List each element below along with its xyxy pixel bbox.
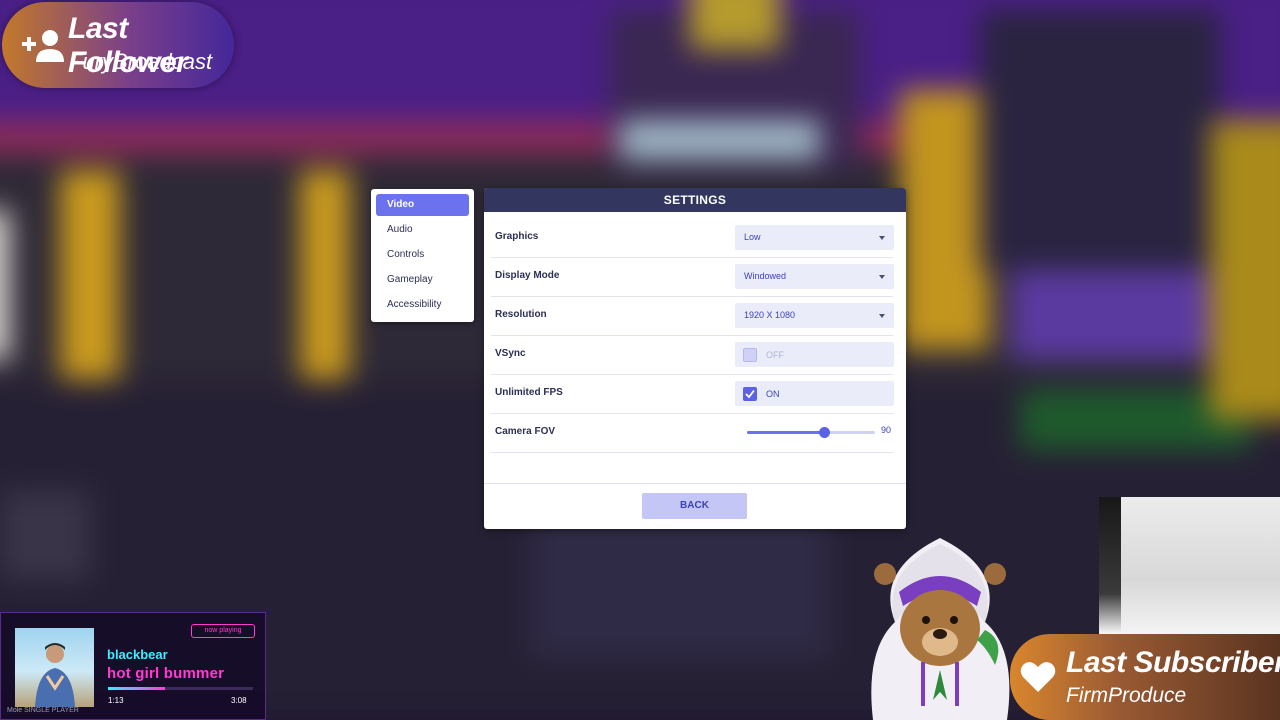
now-playing-badge: now playing <box>191 624 255 638</box>
caret-down-icon <box>879 236 885 240</box>
camera-fov-label: Camera FOV <box>495 426 556 437</box>
last-subscriber-title: Last Subscriber <box>1066 646 1280 679</box>
camera-fov-slider-handle[interactable] <box>818 427 830 438</box>
unlimited-fps-label: Unlimited FPS <box>495 387 563 398</box>
setting-row-display-mode: Display Mode Windowed <box>491 258 894 297</box>
track-progress-fill <box>108 687 165 690</box>
add-user-icon <box>22 30 64 62</box>
vsync-checkbox[interactable] <box>743 348 757 362</box>
tab-accessibility[interactable]: Accessibility <box>376 294 469 316</box>
graphics-label: Graphics <box>495 231 539 242</box>
vsync-value: OFF <box>766 350 784 360</box>
last-subscriber-widget: Last Subscriber FirmProduce <box>1010 634 1280 720</box>
album-art <box>15 628 94 707</box>
widget-footer: Mole SINGLE PLAYER <box>7 707 79 714</box>
checkmark-icon <box>745 389 755 399</box>
setting-row-camera-fov: Camera FOV 90 <box>491 414 893 453</box>
now-playing-widget: now playing blackbear hot girl bummer 1:… <box>0 612 266 720</box>
camera-fov-slider-fill <box>747 431 824 434</box>
track-progress-bar <box>108 687 253 690</box>
last-follower-widget: Last Follower FuryBroadcast <box>2 2 234 88</box>
caret-down-icon <box>879 314 885 318</box>
unlimited-fps-checkbox[interactable] <box>743 387 757 401</box>
heart-icon <box>1020 662 1056 692</box>
track-duration: 3:08 <box>231 696 247 705</box>
vsync-toggle[interactable]: OFF <box>735 342 894 367</box>
camera-fov-value: 90 <box>881 425 892 435</box>
display-mode-value: Windowed <box>744 271 787 281</box>
last-subscriber-name: FirmProduce <box>1066 684 1187 707</box>
graphics-value: Low <box>744 232 761 242</box>
display-mode-label: Display Mode <box>495 270 560 281</box>
bear-mascot-image <box>871 538 1010 720</box>
camera-fov-slider[interactable] <box>747 427 875 438</box>
tab-audio[interactable]: Audio <box>376 219 469 241</box>
caret-down-icon <box>879 275 885 279</box>
unlimited-fps-value: ON <box>766 389 780 399</box>
tab-controls[interactable]: Controls <box>376 244 469 266</box>
graphics-dropdown[interactable]: Low <box>735 225 894 250</box>
setting-row-graphics: Graphics Low <box>491 219 894 258</box>
unlimited-fps-toggle[interactable]: ON <box>735 381 894 406</box>
tab-gameplay[interactable]: Gameplay <box>376 269 469 291</box>
track-title: hot girl bummer <box>107 665 225 682</box>
panel-divider <box>484 483 906 484</box>
webcam-feed <box>1099 497 1280 635</box>
resolution-label: Resolution <box>495 309 547 320</box>
tab-video[interactable]: Video <box>376 194 469 216</box>
settings-tabs: Video Audio Controls Gameplay Accessibil… <box>371 189 474 322</box>
display-mode-dropdown[interactable]: Windowed <box>735 264 894 289</box>
vsync-label: VSync <box>495 348 526 359</box>
settings-title: SETTINGS <box>484 188 906 212</box>
settings-panel: SETTINGS Graphics Low Display Mode Windo… <box>484 188 906 529</box>
setting-row-unlimited-fps: Unlimited FPS ON <box>491 375 894 414</box>
resolution-value: 1920 X 1080 <box>744 310 796 320</box>
back-button[interactable]: BACK <box>642 493 747 519</box>
track-elapsed: 1:13 <box>108 696 124 705</box>
last-follower-name: FuryBroadcast <box>69 49 213 74</box>
setting-row-vsync: VSync OFF <box>491 336 894 375</box>
resolution-dropdown[interactable]: 1920 X 1080 <box>735 303 894 328</box>
setting-row-resolution: Resolution 1920 X 1080 <box>491 297 894 336</box>
track-artist: blackbear <box>107 647 168 662</box>
